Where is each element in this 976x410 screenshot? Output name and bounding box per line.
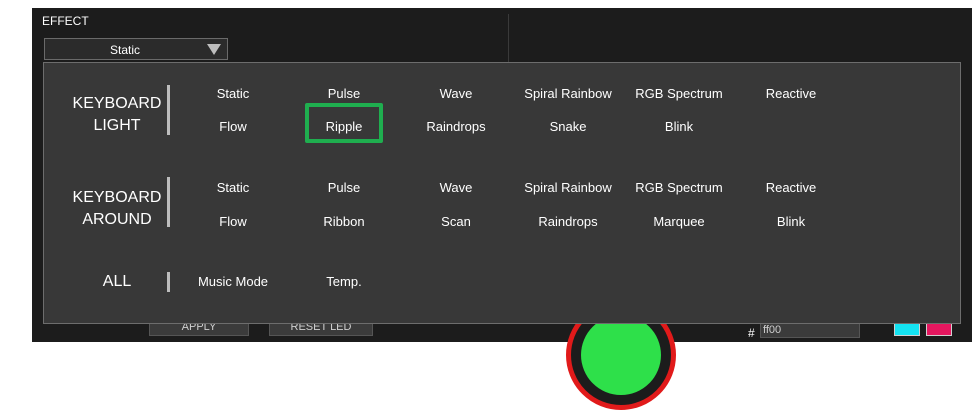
effect-label: EFFECT [42, 14, 89, 28]
option-rgb-spectrum[interactable]: RGB Spectrum [624, 178, 734, 198]
option-static[interactable]: Static [178, 178, 288, 198]
effect-select[interactable]: Static [44, 38, 228, 60]
option-ribbon[interactable]: Ribbon [289, 212, 399, 232]
effect-select-value: Static [109, 43, 140, 57]
option-pulse[interactable]: Pulse [289, 84, 399, 104]
option-raindrops[interactable]: Raindrops [513, 212, 623, 232]
option-wave[interactable]: Wave [401, 178, 511, 198]
category-separator [167, 85, 170, 135]
option-flow[interactable]: Flow [178, 212, 288, 232]
hex-prefix-label: # [748, 326, 755, 340]
option-marquee[interactable]: Marquee [624, 212, 734, 232]
chevron-down-icon[interactable] [207, 44, 221, 55]
option-flow[interactable]: Flow [178, 117, 288, 137]
option-blink[interactable]: Blink [624, 117, 734, 137]
category-separator [167, 272, 170, 292]
option-raindrops[interactable]: Raindrops [401, 117, 511, 137]
effect-dropdown-panel: KEYBOARD LIGHT Static Pulse Wave Spiral … [43, 62, 961, 324]
selected-option-highlight [305, 103, 383, 143]
category-separator [167, 177, 170, 227]
color-wheel-fill [581, 315, 661, 395]
option-spiral-rainbow[interactable]: Spiral Rainbow [513, 178, 623, 198]
option-wave[interactable]: Wave [401, 84, 511, 104]
option-music-mode[interactable]: Music Mode [178, 272, 288, 292]
option-snake[interactable]: Snake [513, 117, 623, 137]
option-pulse[interactable]: Pulse [289, 178, 399, 198]
option-reactive[interactable]: Reactive [736, 178, 846, 198]
option-static[interactable]: Static [178, 84, 288, 104]
option-rgb-spectrum[interactable]: RGB Spectrum [624, 84, 734, 104]
option-reactive[interactable]: Reactive [736, 84, 846, 104]
option-temp[interactable]: Temp. [289, 272, 399, 292]
option-blink[interactable]: Blink [736, 212, 846, 232]
option-spiral-rainbow[interactable]: Spiral Rainbow [513, 84, 623, 104]
option-scan[interactable]: Scan [401, 212, 511, 232]
